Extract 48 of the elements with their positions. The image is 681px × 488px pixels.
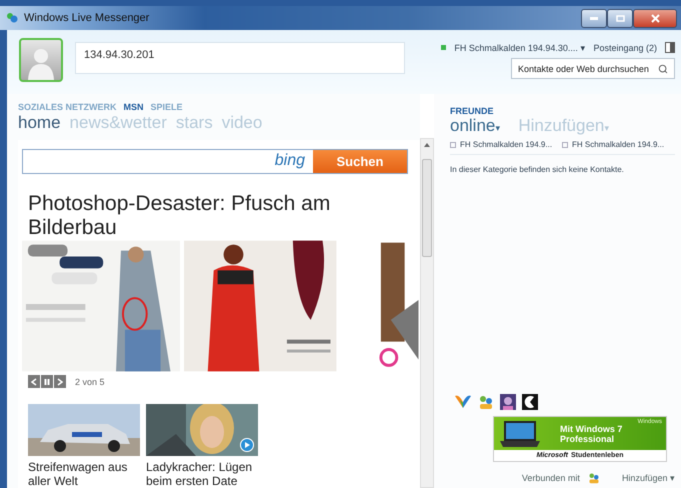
empty-message: In dieser Kategorie befinden sich keine Kontakte. (450, 165, 625, 174)
next-button[interactable] (54, 375, 66, 388)
pause-button[interactable] (41, 375, 53, 388)
slide-counter: 2 von 5 (75, 376, 105, 386)
window-title: Windows Live Messenger (24, 12, 150, 24)
group-icon (450, 142, 456, 148)
laptop-icon (500, 420, 540, 446)
add-menu[interactable]: Hinzufügen ▾ (622, 473, 675, 483)
inbox-link[interactable]: Posteingang (2) (593, 42, 657, 52)
group-item[interactable]: FH Schmalkalden 194.9... (572, 140, 664, 149)
minimize-icon (590, 16, 598, 20)
avatar-icon[interactable] (500, 394, 516, 410)
headline[interactable]: Photoshop-Desaster: Pfusch am Bilderbau (28, 192, 388, 240)
view-tab[interactable]: online▾ (450, 116, 500, 136)
messenger-icon (6, 12, 18, 24)
people-icon[interactable] (588, 472, 600, 484)
layout-icon[interactable] (665, 42, 675, 53)
group-item[interactable]: FH Schmalkalden 194.9... (460, 140, 552, 149)
connected-label: Verbunden mit (522, 473, 580, 483)
group-icon (562, 142, 568, 148)
minimize-button[interactable] (581, 8, 607, 28)
bing-logo: bing (274, 151, 306, 171)
section-heading: FREUNDE (450, 106, 495, 116)
close-icon (650, 14, 660, 22)
maximize-icon (616, 14, 624, 22)
ad-text: Mit Windows 7 Professional (560, 424, 624, 444)
status-menu[interactable]: FH Schmalkalden 194.94.30.... ▾ (454, 42, 586, 52)
bing-search-field[interactable]: bing Suchen (22, 149, 408, 174)
teaser-caption[interactable]: Streifenwagen aus aller Welt (28, 460, 140, 488)
close-button[interactable] (633, 8, 677, 28)
section-tab[interactable]: MSN (124, 102, 144, 112)
people-icon[interactable] (478, 394, 494, 410)
teaser-caption[interactable]: Ladykracher: Lügen beim ersten Date (146, 460, 258, 488)
personal-message-field[interactable]: 134.94.30.201 (75, 42, 405, 74)
game-icon[interactable] (522, 394, 538, 410)
pause-icon (44, 378, 50, 386)
previous-button[interactable] (28, 375, 40, 388)
maximize-button[interactable] (607, 8, 633, 28)
chevron-left-icon (31, 378, 37, 386)
scrollbar[interactable] (420, 138, 434, 488)
search-icon (658, 64, 668, 74)
scroll-thumb[interactable] (422, 159, 432, 257)
chevron-right-icon (57, 378, 63, 386)
scroll-up-icon[interactable] (424, 143, 430, 147)
search-field[interactable]: Kontakte oder Web durchsuchen (511, 58, 675, 79)
status-icon (441, 45, 446, 50)
butterfly-icon[interactable] (454, 394, 472, 410)
nav-tab[interactable]: home (18, 113, 61, 133)
